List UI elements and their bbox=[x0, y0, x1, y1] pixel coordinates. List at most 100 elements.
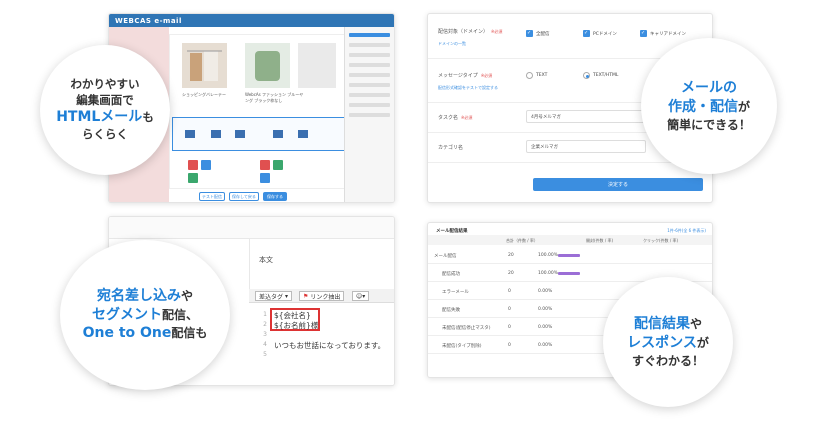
app-brand: WEBCAS e-mail bbox=[115, 16, 182, 25]
row-label: 未配信(タイプ別除) bbox=[442, 344, 482, 349]
stats-title: メール配信結果 bbox=[436, 229, 468, 234]
code-line: ${お名前}様 bbox=[274, 321, 319, 330]
red-tile-icon bbox=[188, 160, 198, 170]
bubble-highlight: 宛名差し込み bbox=[96, 287, 181, 304]
line-number: 3 bbox=[263, 331, 267, 338]
properties-sidebar[interactable] bbox=[344, 27, 394, 202]
row-percent: 0.00% bbox=[538, 289, 553, 294]
row-label: メール配信 bbox=[434, 254, 457, 259]
line-number: 2 bbox=[263, 321, 267, 328]
bubble-highlight: One to One bbox=[82, 325, 172, 342]
layout-icon bbox=[235, 130, 245, 138]
save-button[interactable]: 保存する bbox=[263, 192, 287, 201]
radio-text-html[interactable] bbox=[583, 72, 590, 79]
green-tile-icon bbox=[273, 160, 283, 170]
row-count: 0 bbox=[508, 343, 511, 348]
feature-bubble-personalize: 宛名差し込みや セグメント配信、 One to One配信も bbox=[60, 240, 230, 390]
row-percent: 100.00% bbox=[538, 271, 559, 276]
row-label: 配信失敗 bbox=[442, 308, 460, 313]
layout-icon bbox=[273, 130, 283, 138]
bubble-text: や bbox=[689, 317, 702, 332]
layout-icon bbox=[211, 130, 221, 138]
column-header: クリック(件数 / 率) bbox=[643, 238, 679, 243]
line-number: 1 bbox=[263, 311, 267, 318]
bubble-text: すぐわかる！ bbox=[631, 353, 704, 368]
message-type-link[interactable]: 配信形式確認をテストで設定する bbox=[438, 85, 498, 91]
editor-toolbar: 差込タグ ▾ ⚑ リンク抽出 ☺▾ bbox=[249, 289, 394, 303]
layout-icon bbox=[185, 130, 195, 138]
bubble-text: や bbox=[180, 288, 193, 303]
code-line: いつもお世話になっております。 bbox=[274, 341, 386, 350]
row-count: 0 bbox=[508, 307, 511, 312]
task-name-label: タスク名 bbox=[438, 115, 459, 121]
radio-text[interactable] bbox=[526, 72, 533, 79]
submit-button[interactable]: 決定する bbox=[533, 178, 703, 191]
bubble-text: 編集画面で bbox=[76, 92, 134, 107]
checkbox-label: 全配信 bbox=[536, 32, 550, 37]
bubble-highlight: レスポンス bbox=[627, 334, 697, 351]
percent-bar bbox=[558, 254, 580, 257]
checkbox-pc[interactable] bbox=[583, 30, 590, 37]
required-mark: ※必須 bbox=[461, 115, 473, 120]
row-count: 0 bbox=[508, 325, 511, 330]
bubble-text: が bbox=[737, 99, 750, 114]
green-tile-icon bbox=[188, 173, 198, 183]
bubble-text: が bbox=[696, 335, 709, 350]
row-count: 20 bbox=[508, 253, 514, 258]
smile-icon: ☺▾ bbox=[356, 292, 366, 300]
bubble-highlight: 作成・配信 bbox=[667, 98, 738, 115]
row-percent: 100.00% bbox=[538, 253, 559, 258]
red-tile-icon bbox=[260, 160, 270, 170]
required-mark: ※必須 bbox=[480, 73, 493, 78]
save-return-button[interactable]: 保存して戻る bbox=[229, 192, 259, 201]
flag-icon: ⚑ bbox=[303, 292, 309, 300]
bubble-highlight: メールの bbox=[680, 80, 737, 97]
blue-tile-icon bbox=[260, 173, 270, 183]
category-input[interactable]: 企業メルマガ bbox=[526, 140, 646, 153]
bubble-text: 配信も bbox=[171, 326, 208, 341]
domain-list-link[interactable]: ドメインの一覧 bbox=[438, 41, 466, 47]
task-name-input[interactable]: 4月号メルマガ bbox=[526, 110, 646, 123]
bubble-highlight: セグメント bbox=[91, 306, 162, 323]
bubble-text: 配信、 bbox=[161, 307, 198, 322]
link-extract-button[interactable]: ⚑ リンク抽出 bbox=[299, 291, 345, 301]
target-label: 配信対象（ドメイン） bbox=[438, 29, 489, 35]
line-number: 4 bbox=[263, 341, 267, 348]
required-mark: ※必須 bbox=[491, 29, 503, 34]
row-percent: 0.00% bbox=[538, 325, 553, 330]
bubble-text: わかりやすい bbox=[70, 77, 140, 92]
editor-header: WEBCAS e-mail bbox=[109, 14, 394, 27]
product-image-2 bbox=[245, 43, 290, 88]
category-label: カテゴリ名 bbox=[438, 145, 464, 151]
bubble-text: も bbox=[142, 110, 154, 125]
selected-block[interactable] bbox=[172, 117, 348, 151]
column-header: 合計（件数 / 率） bbox=[506, 238, 538, 243]
insert-tag-label: 差込タグ bbox=[259, 293, 284, 301]
feature-bubble-results: 配信結果や レスポンスが すぐわかる！ bbox=[603, 277, 733, 407]
feature-bubble-editor: わかりやすい 編集画面で HTMLメールも らくらく bbox=[40, 45, 170, 175]
bubble-text: らくらく bbox=[82, 127, 128, 142]
product-caption-1: ショッピングバレーテー bbox=[182, 92, 226, 97]
checkbox-carrier[interactable] bbox=[640, 30, 647, 37]
test-send-button[interactable]: テスト配信 bbox=[199, 192, 225, 201]
checkbox-all[interactable] bbox=[526, 30, 533, 37]
table-row: メール配信 20 100.00% bbox=[428, 247, 712, 264]
bubble-highlight: HTMLメール bbox=[56, 109, 143, 126]
message-type-label: メッセージタイプ bbox=[438, 73, 478, 79]
feature-bubble-delivery: メールの 作成・配信が 簡単にできる！ bbox=[641, 38, 777, 174]
product-image-1 bbox=[182, 43, 227, 88]
column-header: 開封(件数 / 率) bbox=[586, 238, 614, 243]
checkbox-label: PCドメイン bbox=[593, 32, 617, 37]
checkbox-label: キャリアドメイン bbox=[650, 32, 686, 37]
row-count: 20 bbox=[508, 271, 514, 276]
insert-tag-dropdown[interactable]: 差込タグ ▾ bbox=[255, 291, 293, 301]
row-percent: 0.00% bbox=[538, 343, 553, 348]
row-count: 0 bbox=[508, 289, 511, 294]
product-image-3 bbox=[298, 43, 336, 88]
line-number: 5 bbox=[263, 351, 267, 358]
bubble-highlight: 配信結果 bbox=[633, 316, 690, 333]
email-canvas[interactable]: ショッピングバレーテー WebcAs ファッション ブルーヤング ブラック枠なし bbox=[169, 34, 349, 189]
emoji-button[interactable]: ☺▾ bbox=[352, 291, 370, 301]
radio-label: TEXT/HTML bbox=[593, 73, 619, 78]
percent-bar bbox=[558, 272, 580, 275]
